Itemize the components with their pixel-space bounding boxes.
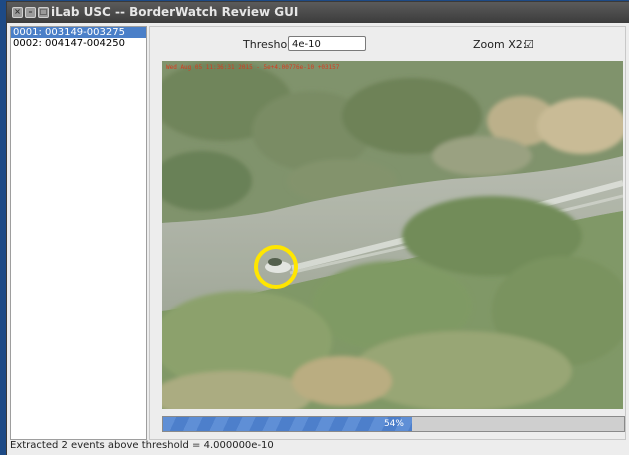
- status-text: Extracted 2 events above threshold = 4.0…: [10, 440, 274, 451]
- progress-fill: [163, 417, 412, 431]
- review-panel: Threshold: 4e-10 Zoom X2: ☑ Wed Aug 05 1…: [149, 26, 626, 440]
- progress-label: 54%: [383, 419, 404, 429]
- video-image: Wed Aug 05 11:36:31 2015 - 5e+4.00776e-1…: [162, 61, 623, 409]
- progress-bar: 54%: [162, 416, 625, 432]
- maximize-icon[interactable]: □: [38, 7, 49, 18]
- video-frame[interactable]: Wed Aug 05 11:36:31 2015 - 5e+4.00776e-1…: [162, 61, 623, 409]
- close-icon[interactable]: ×: [12, 7, 23, 18]
- event-list[interactable]: 0001: 003149-003275 0002: 004147-004250: [10, 26, 147, 440]
- list-item[interactable]: 0001: 003149-003275: [11, 27, 146, 38]
- list-item[interactable]: 0002: 004147-004250: [11, 38, 146, 49]
- threshold-input[interactable]: 4e-10: [288, 36, 366, 51]
- title-bar[interactable]: × – □ iLab USC -- BorderWatch Review GUI: [7, 2, 629, 23]
- app-window: × – □ iLab USC -- BorderWatch Review GUI…: [7, 2, 629, 455]
- zoom-label: Zoom X2:: [473, 38, 527, 51]
- minimize-icon[interactable]: –: [25, 7, 36, 18]
- video-overlay-text: Wed Aug 05 11:36:31 2015 - 5e+4.00776e-1…: [166, 64, 340, 71]
- window-title: iLab USC -- BorderWatch Review GUI: [51, 5, 299, 19]
- zoom-checkbox[interactable]: ☑: [524, 38, 534, 51]
